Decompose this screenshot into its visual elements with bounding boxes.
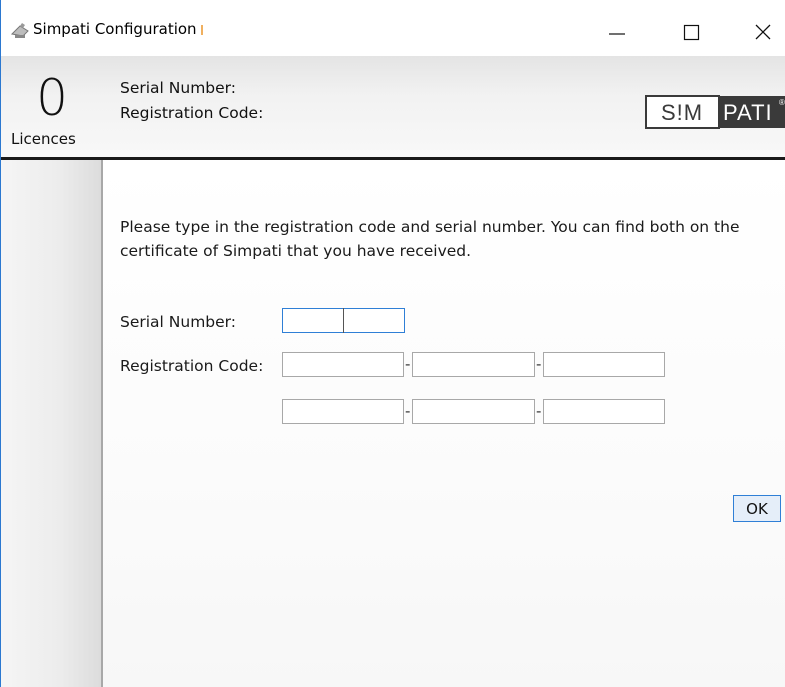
- window-title: Simpati Configuration: [33, 20, 203, 38]
- satellite-dish-icon: [9, 22, 31, 40]
- serial-number-label: Serial Number:: [120, 313, 237, 331]
- licence-count: 0: [36, 69, 68, 127]
- left-strip: [1, 160, 103, 687]
- registration-separator: -: [405, 402, 411, 420]
- serial-cursor-divider: [343, 308, 344, 333]
- registration-code-field-5[interactable]: [412, 399, 535, 424]
- logo-left-text: S!M: [661, 100, 703, 125]
- logo-right-text: PATI: [723, 100, 773, 125]
- registration-code-label: Registration Code:: [120, 357, 264, 375]
- simpati-logo: S!M PATI ®: [645, 95, 785, 129]
- licence-label: Licences: [11, 130, 76, 148]
- header-serial-label: Serial Number:: [120, 79, 237, 97]
- minimize-button[interactable]: [591, 10, 639, 50]
- registration-separator: -: [405, 355, 411, 373]
- maximize-button[interactable]: [665, 10, 713, 50]
- maximize-icon: [683, 24, 700, 41]
- close-icon: [755, 24, 771, 40]
- registration-separator: -: [536, 355, 542, 373]
- instructions-text: Please type in the registration code and…: [120, 218, 740, 260]
- minimize-icon: [609, 33, 625, 35]
- registration-separator: -: [536, 402, 542, 420]
- title-bar[interactable]: Simpati Configuration: [1, 0, 785, 56]
- configuration-window: Simpati Configuration 0 Licences Serial …: [0, 0, 785, 687]
- registration-code-field-1[interactable]: [282, 352, 404, 377]
- registration-code-field-6[interactable]: [543, 399, 665, 424]
- header-registration-label: Registration Code:: [120, 104, 264, 122]
- registration-code-field-3[interactable]: [543, 352, 665, 377]
- registration-code-field-4[interactable]: [282, 399, 404, 424]
- ok-button[interactable]: OK: [733, 495, 781, 522]
- registration-code-field-2[interactable]: [412, 352, 535, 377]
- close-button[interactable]: [739, 10, 785, 50]
- logo-registered-mark: ®: [779, 98, 785, 107]
- licence-header: 0 Licences Serial Number: Registration C…: [1, 56, 785, 160]
